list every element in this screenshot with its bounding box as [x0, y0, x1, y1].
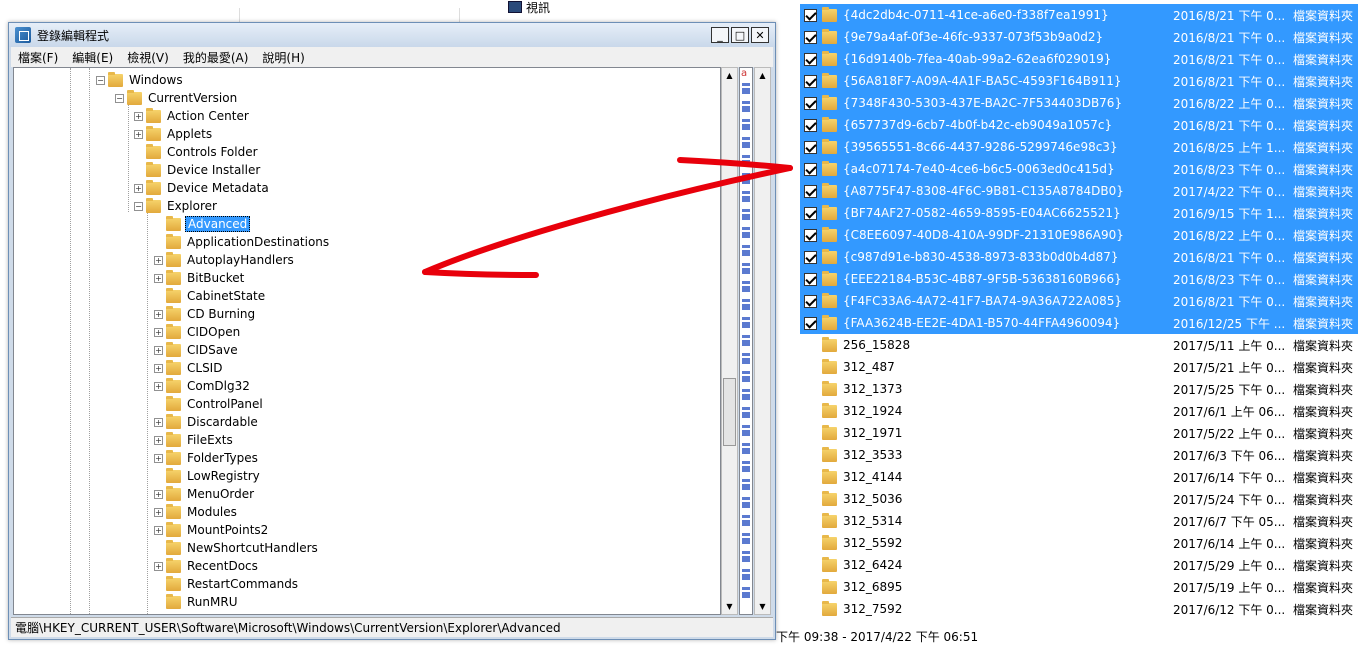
annotation-arrow-icon — [422, 157, 793, 278]
